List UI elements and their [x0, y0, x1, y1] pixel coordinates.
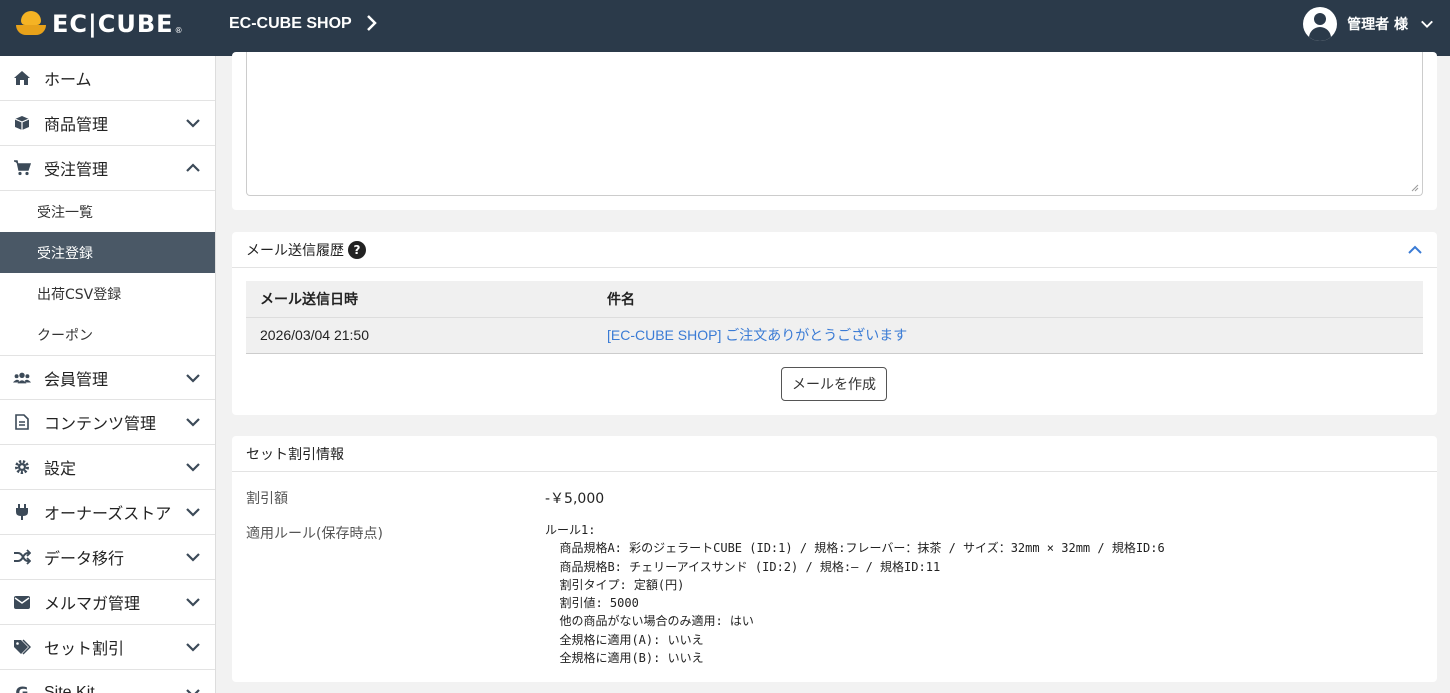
chevron-up-icon[interactable]: [1407, 242, 1423, 258]
chevron-down-icon[interactable]: [185, 594, 201, 610]
mail-history-header: メール送信履歴 ?: [232, 232, 1437, 268]
mail-subject-link[interactable]: [EC-CUBE SHOP] ご注文ありがとうございます: [607, 327, 907, 343]
set-discount-header: セット割引情報: [232, 436, 1437, 472]
chevron-down-icon[interactable]: [185, 504, 201, 520]
create-mail-button[interactable]: メールを作成: [781, 367, 887, 401]
table-row: 2026/03/04 21:50 [EC-CUBE SHOP] ご注文ありがとう…: [246, 317, 1423, 354]
ec-cube-logo[interactable]: EC|CUBE ®: [16, 10, 183, 38]
sidebar-item-products[interactable]: 商品管理: [0, 101, 215, 146]
sidebar-item-settings[interactable]: 設定: [0, 445, 215, 490]
note-textarea[interactable]: [246, 52, 1423, 196]
logo-text: EC|CUBE: [52, 10, 174, 38]
orders-submenu: 受注一覧 受注登録 出荷CSV登録 クーポン: [0, 191, 215, 355]
discount-amount-value: -￥5,000: [545, 491, 605, 507]
chevron-right-icon[interactable]: [366, 14, 378, 37]
resize-handle-icon[interactable]: [1411, 184, 1419, 192]
users-icon: [13, 369, 31, 387]
sidebar-subitem-shipping-csv[interactable]: 出荷CSV登録: [0, 273, 215, 314]
mail-history-table: メール送信日時 件名 2026/03/04 21:50 [EC-CUBE SHO…: [246, 281, 1423, 354]
google-icon: G: [15, 683, 29, 693]
chevron-down-icon[interactable]: [1420, 17, 1434, 31]
help-icon[interactable]: ?: [348, 240, 366, 259]
shuffle-icon: [13, 548, 31, 566]
chevron-down-icon[interactable]: [185, 115, 201, 131]
cube-logo-icon: [16, 11, 46, 37]
sidebar-item-home[interactable]: ホーム: [0, 56, 215, 101]
chevron-down-icon[interactable]: [185, 685, 201, 693]
applied-rule-label: 適用ルール(保存時点): [246, 526, 383, 542]
file-icon: [13, 413, 31, 431]
user-name: 管理者 様: [1347, 17, 1408, 33]
chevron-down-icon[interactable]: [185, 414, 201, 430]
shop-name-link[interactable]: EC-CUBE SHOP: [229, 15, 352, 33]
sidebar-item-contents[interactable]: コンテンツ管理: [0, 400, 215, 445]
sidebar: ホーム 商品管理 受注管理 受注一覧 受注登録 出荷CSV登録 クーポン 会員管…: [0, 56, 216, 693]
tags-icon: [13, 638, 31, 656]
sidebar-item-owners-store[interactable]: オーナーズストア: [0, 490, 215, 535]
box-icon: [13, 114, 31, 132]
column-header-date: メール送信日時: [246, 281, 593, 318]
sidebar-subitem-coupon[interactable]: クーポン: [0, 314, 215, 355]
home-icon: [13, 69, 31, 87]
plug-icon: [13, 503, 31, 521]
mail-sent-date: 2026/03/04 21:50: [246, 317, 593, 354]
sidebar-subitem-order-list[interactable]: 受注一覧: [0, 191, 215, 232]
applied-rule-text: ルール1: 商品規格A: 彩のジェラートCUBE (ID:1) / 規格:フレー…: [545, 523, 1165, 666]
user-menu[interactable]: 管理者 様: [1303, 7, 1434, 41]
chevron-down-icon[interactable]: [185, 370, 201, 386]
sidebar-item-set-discount[interactable]: セット割引: [0, 625, 215, 670]
user-avatar-icon: [1303, 7, 1338, 41]
envelope-icon: [13, 593, 31, 611]
chevron-down-icon[interactable]: [185, 549, 201, 565]
sidebar-item-orders[interactable]: 受注管理: [0, 146, 215, 191]
column-header-subject: 件名: [593, 281, 1423, 318]
mail-history-title: メール送信履歴: [246, 242, 344, 259]
sidebar-item-members[interactable]: 会員管理: [0, 355, 215, 400]
chevron-down-icon[interactable]: [185, 459, 201, 475]
top-header: EC|CUBE ® EC-CUBE SHOP 管理者 様: [0, 0, 1450, 56]
chevron-up-icon[interactable]: [185, 160, 201, 176]
sidebar-item-site-kit[interactable]: G Site Kit: [0, 670, 215, 693]
set-discount-card: セット割引情報 割引額 -￥5,000 適用ルール(保存時点) ルール1: 商品…: [232, 436, 1437, 682]
mail-history-card: メール送信履歴 ? メール送信日時 件名 2026/03/04 21:50 [E…: [232, 232, 1437, 415]
discount-amount-label: 割引額: [246, 491, 288, 507]
sidebar-item-mailmagazine[interactable]: メルマガ管理: [0, 580, 215, 625]
cart-icon: [13, 159, 31, 177]
sidebar-item-data-migration[interactable]: データ移行: [0, 535, 215, 580]
gear-icon: [13, 458, 31, 476]
sidebar-subitem-order-register[interactable]: 受注登録: [0, 232, 215, 273]
set-discount-title: セット割引情報: [246, 446, 344, 463]
note-card: [232, 52, 1437, 210]
chevron-down-icon[interactable]: [185, 639, 201, 655]
